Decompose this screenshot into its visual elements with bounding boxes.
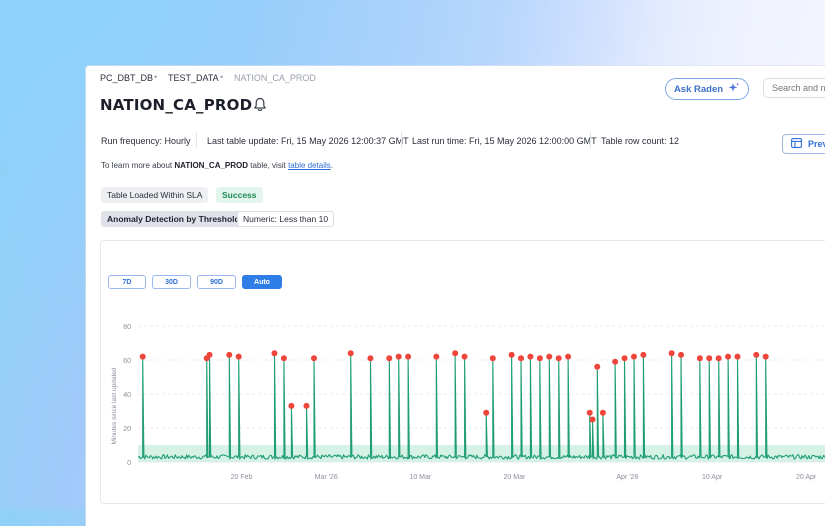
x-tick-label: 10 Apr bbox=[702, 474, 723, 481]
y-tick-label: 60 bbox=[123, 358, 131, 365]
anomaly-point bbox=[715, 355, 722, 362]
anomaly-point bbox=[678, 351, 685, 358]
anomaly-point bbox=[461, 353, 468, 360]
anomaly-point bbox=[483, 409, 490, 416]
anomaly-point bbox=[347, 350, 354, 357]
anomaly-point bbox=[612, 358, 619, 365]
anomaly-point bbox=[640, 351, 647, 358]
anomaly-point bbox=[367, 355, 374, 362]
anomaly-point bbox=[280, 355, 287, 362]
anomaly-point bbox=[753, 351, 760, 358]
y-tick-label: 0 bbox=[127, 460, 131, 467]
x-tick-label: 20 Mar bbox=[504, 474, 526, 481]
anomaly-point bbox=[555, 355, 562, 362]
x-tick-label: Apr '26 bbox=[616, 474, 638, 481]
anomaly-point bbox=[405, 353, 412, 360]
anomaly-point bbox=[508, 351, 515, 358]
x-tick-label: 20 Apr bbox=[796, 474, 817, 481]
anomaly-point bbox=[734, 353, 741, 360]
line-chart: 0 20 40 60 80 Minutes since last updated 20 Fe… bbox=[111, 324, 825, 481]
x-tick-label: Mar '26 bbox=[315, 474, 338, 481]
anomaly-point bbox=[536, 355, 543, 362]
anomaly-point bbox=[527, 353, 534, 360]
anomaly-point bbox=[594, 363, 601, 370]
anomaly-point bbox=[226, 351, 233, 358]
anomaly-point bbox=[310, 355, 317, 362]
threshold-band bbox=[138, 445, 825, 462]
x-tick-label: 10 Mar bbox=[409, 474, 431, 481]
anomaly-point bbox=[546, 353, 553, 360]
anomaly-point bbox=[206, 351, 213, 358]
anomaly-point bbox=[139, 353, 146, 360]
anomaly-point bbox=[586, 409, 593, 416]
anomaly-point bbox=[433, 353, 440, 360]
anomaly-point bbox=[589, 416, 596, 423]
anomaly-point bbox=[725, 353, 732, 360]
anomaly-point bbox=[668, 350, 675, 357]
anomaly-point bbox=[235, 353, 242, 360]
anomaly-point bbox=[762, 353, 769, 360]
series-line bbox=[138, 352, 825, 460]
anomaly-point bbox=[452, 350, 459, 357]
anomaly-point bbox=[565, 353, 572, 360]
anomaly-point bbox=[288, 402, 295, 409]
anomaly-point bbox=[696, 355, 703, 362]
anomaly-point bbox=[599, 409, 606, 416]
anomaly-point bbox=[395, 353, 402, 360]
anomaly-point bbox=[621, 355, 628, 362]
anomaly-point bbox=[489, 355, 496, 362]
anomaly-point bbox=[303, 402, 310, 409]
anomaly-point bbox=[630, 353, 637, 360]
anomaly-point bbox=[386, 355, 393, 362]
y-tick-label: 40 bbox=[123, 392, 131, 399]
anomaly-point bbox=[271, 350, 278, 357]
x-tick-label: 20 Feb bbox=[231, 474, 253, 481]
anomaly-point bbox=[518, 355, 525, 362]
y-tick-label: 20 bbox=[123, 426, 131, 433]
y-tick-label: 80 bbox=[123, 324, 131, 331]
anomaly-point bbox=[706, 355, 713, 362]
y-axis-label: Minutes since last updated bbox=[111, 367, 118, 444]
